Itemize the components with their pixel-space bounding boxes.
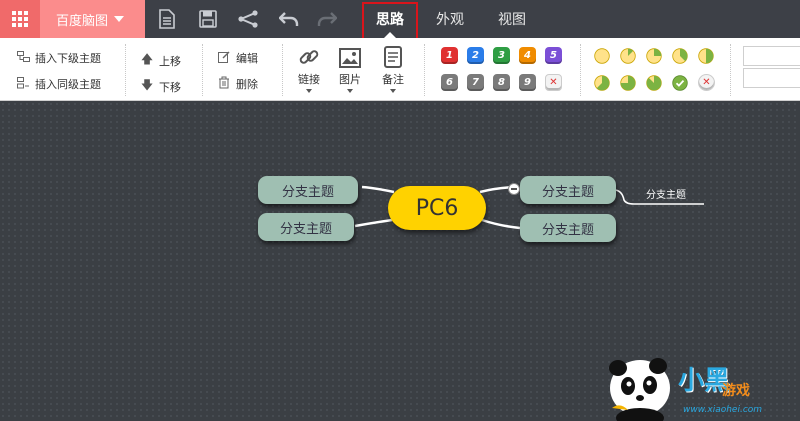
priority-9-button[interactable]: 9 — [519, 74, 536, 91]
delete-button[interactable]: 删除 — [217, 76, 258, 92]
note-icon — [376, 46, 410, 68]
edit-button[interactable]: 编辑 — [217, 50, 258, 66]
divider — [730, 44, 731, 96]
priority-6-button[interactable]: 6 — [441, 74, 458, 91]
priority-8-button[interactable]: 8 — [493, 74, 510, 91]
grid-icon — [12, 11, 28, 27]
share-icon[interactable] — [237, 8, 259, 30]
progress-8-button[interactable] — [672, 75, 688, 91]
tab-label: 外观 — [436, 12, 464, 28]
tab-view[interactable]: 视图 — [486, 0, 538, 38]
redo-icon[interactable] — [316, 8, 338, 30]
progress-4-button[interactable] — [698, 48, 714, 64]
priority-7-button[interactable]: 7 — [467, 74, 484, 91]
tab-label: 视图 — [498, 12, 526, 28]
priority-5-button[interactable]: 5 — [545, 47, 562, 64]
arrow-up-icon: 🡅 — [140, 52, 154, 66]
ribbon-input-bottom[interactable] — [743, 68, 800, 88]
insert-sibling-button[interactable]: 插入同级主题 — [16, 76, 101, 92]
link-button[interactable]: 链接 — [292, 46, 326, 93]
trash-icon — [217, 76, 231, 92]
branch-topic-label: 分支主题 — [541, 222, 594, 238]
clear-priority-icon[interactable]: ✕ — [545, 74, 562, 91]
image-button[interactable]: 图片 — [333, 46, 367, 93]
branch-topic[interactable]: 分支主题 — [258, 176, 358, 204]
arrow-down-icon: 🡇 — [140, 78, 154, 92]
minus-icon — [511, 188, 517, 190]
priority-3-button[interactable]: 3 — [493, 47, 510, 64]
save-icon[interactable] — [197, 8, 219, 30]
app-menu-button[interactable]: 百度脑图 — [40, 0, 145, 38]
divider — [580, 44, 581, 96]
collapse-toggle[interactable] — [508, 183, 520, 195]
chevron-down-icon — [114, 16, 125, 22]
priority-4-button[interactable]: 4 — [519, 47, 536, 64]
watermark-text-secondary: 游戏 — [722, 383, 750, 399]
move-down-label: 下移 — [159, 80, 181, 94]
undo-icon[interactable] — [278, 8, 300, 30]
app-menu-label: 百度脑图 — [56, 13, 109, 29]
progress-7-button[interactable] — [646, 75, 662, 91]
progress-0-button[interactable] — [594, 48, 610, 64]
image-label: 图片 — [339, 73, 361, 86]
link-icon — [292, 46, 326, 68]
watermark-url: www.xiaohei.com — [683, 405, 763, 415]
center-topic-label: PC6 — [415, 195, 459, 221]
sub-branch-topic[interactable]: 分支主题 — [646, 186, 686, 201]
divider — [202, 44, 203, 96]
image-icon — [333, 46, 367, 68]
chevron-down-icon — [390, 89, 396, 93]
branch-topic-label: 分支主题 — [541, 184, 594, 200]
branch-topic[interactable]: 分支主题 — [258, 213, 354, 241]
chevron-down-icon — [347, 89, 353, 93]
branch-topic[interactable]: 分支主题 — [520, 214, 616, 242]
progress-3-button[interactable] — [672, 48, 688, 64]
divider — [424, 44, 425, 96]
chevron-down-icon — [306, 89, 312, 93]
progress-6-button[interactable] — [620, 75, 636, 91]
progress-5-button[interactable] — [594, 75, 610, 91]
new-doc-icon[interactable] — [156, 8, 178, 30]
clear-progress-icon[interactable]: ✕ — [698, 74, 715, 91]
move-up-label: 上移 — [159, 54, 181, 68]
insert-sibling-label: 插入同级主题 — [35, 78, 101, 91]
progress-1-button[interactable] — [620, 48, 636, 64]
edit-label: 编辑 — [236, 52, 258, 65]
center-topic[interactable]: PC6 — [388, 186, 486, 230]
priority-2-button[interactable]: 2 — [467, 47, 484, 64]
insert-child-label: 插入下级主题 — [35, 52, 101, 65]
branch-topic-label: 分支主题 — [281, 184, 334, 200]
link-label: 链接 — [298, 73, 320, 86]
move-up-button[interactable]: 🡅 上移 — [140, 50, 181, 71]
tab-highlight-box — [362, 2, 418, 40]
note-button[interactable]: 备注 — [376, 46, 410, 93]
divider — [125, 44, 126, 96]
delete-label: 删除 — [236, 78, 258, 91]
branch-topic[interactable]: 分支主题 — [520, 176, 616, 204]
note-label: 备注 — [382, 73, 404, 86]
insert-child-button[interactable]: 插入下级主题 — [16, 50, 101, 66]
ribbon-toolbar: 插入下级主题 插入同级主题 🡅 上移 🡇 下移 编辑 删除 链接 图片 备注 1… — [0, 38, 800, 101]
ribbon-input-top[interactable] — [743, 46, 800, 66]
tab-appearance[interactable]: 外观 — [424, 0, 476, 38]
move-down-button[interactable]: 🡇 下移 — [140, 76, 181, 97]
apps-grid-button[interactable] — [0, 0, 40, 38]
insert-child-icon — [16, 51, 30, 65]
divider — [282, 44, 283, 96]
edit-icon — [217, 51, 231, 66]
priority-1-button[interactable]: 1 — [441, 47, 458, 64]
branch-topic-label: 分支主题 — [279, 221, 332, 237]
progress-2-button[interactable] — [646, 48, 662, 64]
insert-sibling-icon — [16, 76, 30, 92]
